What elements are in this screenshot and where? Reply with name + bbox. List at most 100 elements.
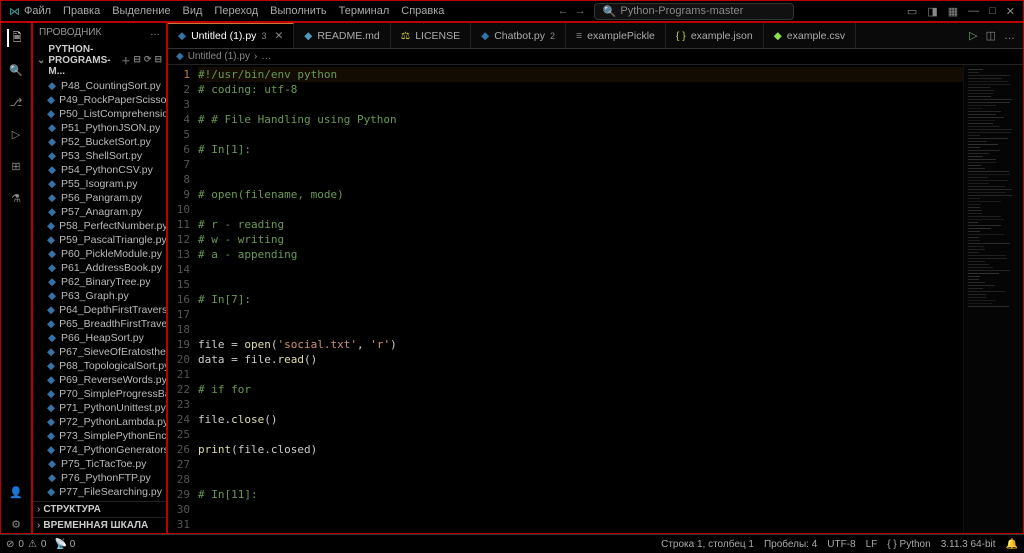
file-item[interactable]: ◆P55_Isogram.py bbox=[33, 177, 166, 191]
file-item[interactable]: ◆P53_ShellSort.py bbox=[33, 149, 166, 163]
source-control-icon[interactable]: ⎇ bbox=[7, 93, 25, 111]
explorer-icon[interactable]: 🗎 bbox=[7, 29, 25, 47]
file-name: P64_DepthFirstTraversal.py bbox=[59, 304, 166, 316]
command-center[interactable]: 🔍 Python-Programs-master bbox=[594, 3, 794, 20]
file-item[interactable]: ◆P73_SimplePythonEncryption.py bbox=[33, 429, 166, 443]
menu-правка[interactable]: Правка bbox=[63, 5, 100, 17]
split-editor-icon[interactable]: ◫ bbox=[986, 29, 996, 42]
file-item[interactable]: ◆P60_PickleModule.py bbox=[33, 247, 166, 261]
status-ports[interactable]: 📡 0 bbox=[54, 539, 75, 550]
search-side-icon[interactable]: 🔍 bbox=[7, 61, 25, 79]
file-item[interactable]: ◆P54_PythonCSV.py bbox=[33, 163, 166, 177]
menu-вид[interactable]: Вид bbox=[183, 5, 203, 17]
project-section-header[interactable]: PYTHON-PROGRAMS-M... ＋ ⊟ ⟳ ⊟ bbox=[33, 42, 166, 79]
outline-section[interactable]: СТРУКТУРА bbox=[33, 501, 166, 517]
timeline-section[interactable]: ВРЕМЕННАЯ ШКАЛА bbox=[33, 517, 166, 533]
status-encoding[interactable]: UTF-8 bbox=[827, 539, 855, 550]
menu-выделение[interactable]: Выделение bbox=[112, 5, 170, 17]
py-icon: ◆ bbox=[47, 402, 55, 414]
py-icon: ◆ bbox=[47, 150, 57, 162]
file-item[interactable]: ◆P74_PythonGenerators.py bbox=[33, 443, 166, 457]
file-item[interactable]: ◆P75_TicTacToe.py bbox=[33, 457, 166, 471]
file-item[interactable]: ◆P76_PythonFTP.py bbox=[33, 471, 166, 485]
py-icon: ◆ bbox=[47, 472, 57, 484]
new-file-icon[interactable]: ＋ bbox=[121, 54, 130, 67]
editor-tab[interactable]: ◆Untitled (1).py3✕ bbox=[168, 23, 294, 48]
file-item[interactable]: ◆P61_AddressBook.py bbox=[33, 261, 166, 275]
settings-gear-icon[interactable]: ⚙ bbox=[7, 515, 25, 533]
close-icon[interactable]: ✕ bbox=[1006, 5, 1015, 18]
py-icon: ◆ bbox=[47, 486, 55, 498]
minimize-icon[interactable]: — bbox=[968, 5, 979, 17]
refresh-icon[interactable]: ⟳ bbox=[144, 54, 152, 67]
menu-выполнить[interactable]: Выполнить bbox=[270, 5, 326, 17]
testing-icon[interactable]: ⚗ bbox=[7, 189, 25, 207]
editor-tab[interactable]: ◆example.csv bbox=[764, 23, 856, 48]
account-icon[interactable]: 👤 bbox=[7, 483, 25, 501]
layout-panel-icon[interactable]: ▭ bbox=[907, 5, 917, 18]
file-item[interactable]: ◆P59_PascalTriangle.py bbox=[33, 233, 166, 247]
file-item[interactable]: ◆P62_BinaryTree.py bbox=[33, 275, 166, 289]
file-item[interactable]: ◆P50_ListComprehensions.py bbox=[33, 107, 166, 121]
py-icon: ◆ bbox=[47, 388, 55, 400]
menu-переход[interactable]: Переход bbox=[214, 5, 258, 17]
editor-tab[interactable]: ≡examplePickle bbox=[566, 23, 666, 48]
new-folder-icon[interactable]: ⊟ bbox=[133, 54, 141, 67]
status-bar: ⊘ 0 ⚠ 0 📡 0 Строка 1, столбец 1 Пробелы:… bbox=[0, 534, 1024, 553]
status-errors[interactable]: ⊘ 0 ⚠ 0 bbox=[6, 539, 46, 550]
file-item[interactable]: ◆P58_PerfectNumber.py bbox=[33, 219, 166, 233]
menu-терминал[interactable]: Терминал bbox=[339, 5, 390, 17]
file-item[interactable]: ◆P48_CountingSort.py bbox=[33, 79, 166, 93]
minimap[interactable] bbox=[963, 65, 1023, 533]
nav-forward-icon[interactable]: → bbox=[575, 5, 586, 17]
editor-tab[interactable]: ◆README.md bbox=[294, 23, 391, 48]
editor-tab[interactable]: ◆Chatbot.py2 bbox=[471, 23, 566, 48]
file-item[interactable]: ◆P49_RockPaperScissors.py bbox=[33, 93, 166, 107]
explorer-more-icon[interactable]: … bbox=[150, 27, 160, 38]
file-item[interactable]: ◆P66_HeapSort.py bbox=[33, 331, 166, 345]
file-item[interactable]: ◆P64_DepthFirstTraversal.py bbox=[33, 303, 166, 317]
menu-файл[interactable]: Файл bbox=[24, 5, 51, 17]
file-name: P72_PythonLambda.py bbox=[59, 416, 166, 428]
file-item[interactable]: ◆P57_Anagram.py bbox=[33, 205, 166, 219]
py-icon: ◆ bbox=[47, 108, 55, 120]
file-name: P70_SimpleProgressBar.py bbox=[59, 388, 166, 400]
file-item[interactable]: ◆P68_TopologicalSort.py bbox=[33, 359, 166, 373]
file-item[interactable]: ◆P77_FileSearching.py bbox=[33, 485, 166, 499]
code-editor[interactable]: #!/usr/bin/env python# coding: utf-8# # … bbox=[198, 65, 963, 533]
status-interpreter[interactable]: 3.11.3 64-bit bbox=[941, 539, 996, 550]
file-item[interactable]: ◆ P70_SimpleProgressBar.py bbox=[33, 387, 166, 401]
nav-back-icon[interactable]: ← bbox=[558, 5, 569, 17]
status-cursor[interactable]: Строка 1, столбец 1 bbox=[661, 539, 754, 550]
editor-tab[interactable]: ⚖LICENSE bbox=[391, 23, 471, 48]
file-item[interactable]: ◆P69_ReverseWords.py bbox=[33, 373, 166, 387]
extensions-icon[interactable]: ⊞ bbox=[7, 157, 25, 175]
tab-close-icon[interactable]: ✕ bbox=[274, 30, 283, 42]
status-indent[interactable]: Пробелы: 4 bbox=[764, 539, 817, 550]
file-item[interactable]: ◆P65_BreadthFirstTraversal.py bbox=[33, 317, 166, 331]
file-name: P65_BreadthFirstTraversal.py bbox=[59, 318, 166, 330]
file-item[interactable]: ◆P63_Graph.py bbox=[33, 289, 166, 303]
menu-справка[interactable]: Справка bbox=[401, 5, 444, 17]
maximize-icon[interactable]: □ bbox=[989, 5, 996, 17]
file-item[interactable]: ◆P71_PythonUnittest.py bbox=[33, 401, 166, 415]
file-item[interactable]: ◆P52_BucketSort.py bbox=[33, 135, 166, 149]
file-item[interactable]: ◆P56_Pangram.py bbox=[33, 191, 166, 205]
status-eol[interactable]: LF bbox=[866, 539, 878, 550]
status-bell-icon[interactable]: 🔔 bbox=[1006, 539, 1018, 550]
collapse-icon[interactable]: ⊟ bbox=[154, 54, 162, 67]
file-item[interactable]: ◆P72_PythonLambda.py bbox=[33, 415, 166, 429]
file-item[interactable]: ◆P67_SieveOfEratosthenes.py bbox=[33, 345, 166, 359]
run-file-icon[interactable]: ▷ bbox=[969, 29, 977, 42]
editor-tab[interactable]: { }example.json bbox=[666, 23, 764, 48]
layout-sidebar-icon[interactable]: ◨ bbox=[927, 5, 937, 18]
run-debug-icon[interactable]: ▷ bbox=[7, 125, 25, 143]
search-icon: 🔍 bbox=[603, 5, 617, 18]
file-item[interactable]: ◆P51_PythonJSON.py bbox=[33, 121, 166, 135]
status-language[interactable]: { } Python bbox=[887, 539, 930, 550]
breadcrumb-ellipsis: … bbox=[261, 51, 271, 62]
py-icon: ◆ bbox=[47, 262, 57, 274]
layout-grid-icon[interactable]: ▦ bbox=[948, 5, 958, 18]
breadcrumb[interactable]: ◆ Untitled (1).py › … bbox=[168, 49, 1023, 65]
more-editor-icon[interactable]: … bbox=[1004, 30, 1015, 42]
